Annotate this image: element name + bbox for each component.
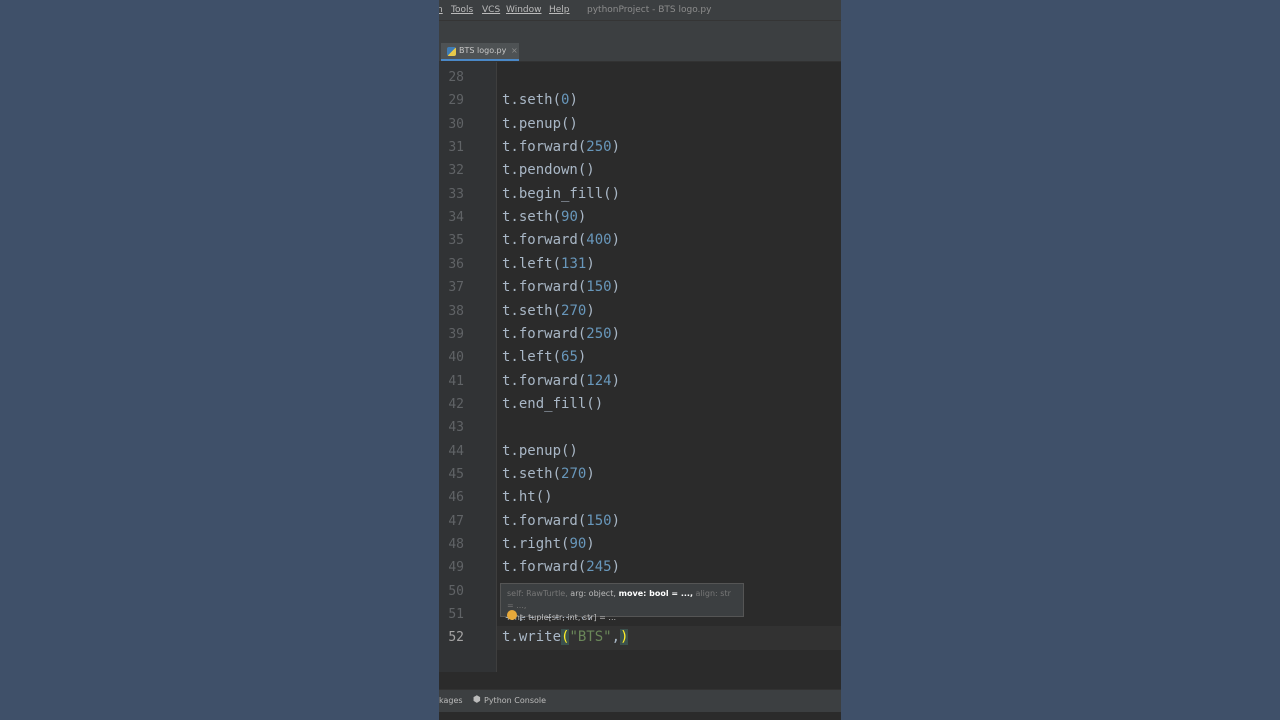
line-number: 36 xyxy=(448,256,464,272)
parameter-info-popup: self: RawTurtle, arg: object, move: bool… xyxy=(500,583,744,622)
menu-item-vcs[interactable]: VCS xyxy=(482,5,500,15)
menu-item-partial[interactable]: n xyxy=(439,5,443,15)
code-line[interactable]: t.begin_fill() xyxy=(502,183,620,206)
line-number: 30 xyxy=(448,116,464,132)
code-line[interactable]: t.forward(124) xyxy=(502,370,620,393)
line-number: 33 xyxy=(448,186,464,202)
code-line[interactable]: t.seth(270) xyxy=(502,300,595,323)
code-line[interactable]: t.right(90) xyxy=(502,533,595,556)
menu-bar: n Tools VCS Window Help pythonProject - … xyxy=(439,0,841,20)
line-number: 43 xyxy=(448,420,464,436)
line-number: 50 xyxy=(448,583,464,599)
line-number: 40 xyxy=(448,350,464,366)
code-line[interactable]: t.forward(250) xyxy=(502,323,620,346)
line-number: 49 xyxy=(448,560,464,576)
lightbulb-icon[interactable] xyxy=(507,610,517,620)
editor-tab-label: BTS logo.py xyxy=(459,46,507,55)
window-title: pythonProject - BTS logo.py xyxy=(587,5,712,15)
toolbar xyxy=(439,20,841,41)
code-line[interactable]: t.seth(0) xyxy=(502,89,578,112)
hint-arg: arg: object, xyxy=(567,589,616,598)
line-number: 45 xyxy=(448,466,464,482)
menu-item-help[interactable]: Help xyxy=(549,5,570,15)
code-line[interactable]: t.left(65) xyxy=(502,346,586,369)
menu-item-window[interactable]: Window xyxy=(506,5,542,15)
line-number: 35 xyxy=(448,233,464,249)
code-line[interactable]: t.left(131) xyxy=(502,253,595,276)
code-line[interactable]: t.penup() xyxy=(502,440,578,463)
line-number: 41 xyxy=(448,373,464,389)
line-number-gutter: 28 29 30 31 32 33 34 35 36 37 38 39 40 41 42 43 44 45 46 47… xyxy=(439,62,497,672)
python-console-tab[interactable]: Python Console xyxy=(484,696,546,705)
line-number: 32 xyxy=(448,163,464,179)
code-line[interactable]: t.pendown() xyxy=(502,159,595,182)
line-number: 51 xyxy=(448,607,464,623)
code-line[interactable]: t.penup() xyxy=(502,113,578,136)
editor-tab-bar: BTS logo.py × xyxy=(439,40,841,62)
hint-move: move: bool = ..., xyxy=(615,589,694,598)
line-number: 42 xyxy=(448,396,464,412)
code-line[interactable]: t.seth(270) xyxy=(502,463,595,486)
line-number: 37 xyxy=(448,280,464,296)
line-number: 39 xyxy=(448,326,464,342)
code-line[interactable]: t.forward(150) xyxy=(502,276,620,299)
hint-font: font: tuple[str, int, str] = ... xyxy=(507,613,617,622)
line-number: 47 xyxy=(448,513,464,529)
line-number: 34 xyxy=(448,210,464,226)
hint-self: self: RawTurtle, xyxy=(507,589,568,598)
code-editor[interactable]: t.seth(0) t.penup() t.forward(250) t.pendow… xyxy=(497,62,841,672)
close-icon[interactable]: × xyxy=(511,43,518,58)
line-number: 38 xyxy=(448,303,464,319)
code-line[interactable]: t.forward(400) xyxy=(502,229,620,252)
line-number: 44 xyxy=(448,443,464,459)
packages-tab-partial[interactable]: kages xyxy=(439,696,463,705)
menu-item-tools[interactable]: Tools xyxy=(451,5,473,15)
code-line[interactable]: t.forward(245) xyxy=(502,556,620,579)
python-file-icon xyxy=(447,47,456,56)
line-number: 52 xyxy=(448,630,464,646)
code-line[interactable]: t.ht() xyxy=(502,486,553,509)
code-line[interactable]: t.seth(90) xyxy=(502,206,586,229)
code-line[interactable]: t.write("BTS",) xyxy=(502,626,629,649)
code-line[interactable]: t.end_fill() xyxy=(502,393,603,416)
line-number: 46 xyxy=(448,490,464,506)
line-number: 31 xyxy=(448,140,464,156)
line-number: 28 xyxy=(448,70,464,85)
line-number: 29 xyxy=(448,93,464,109)
code-line[interactable]: t.forward(150) xyxy=(502,510,620,533)
tool-window-bar: kages ⬢ Python Console xyxy=(439,689,841,712)
line-number: 48 xyxy=(448,537,464,552)
code-line[interactable]: t.forward(250) xyxy=(502,136,620,159)
python-console-icon: ⬢ xyxy=(473,695,481,705)
editor-tab[interactable]: BTS logo.py × xyxy=(441,43,519,61)
